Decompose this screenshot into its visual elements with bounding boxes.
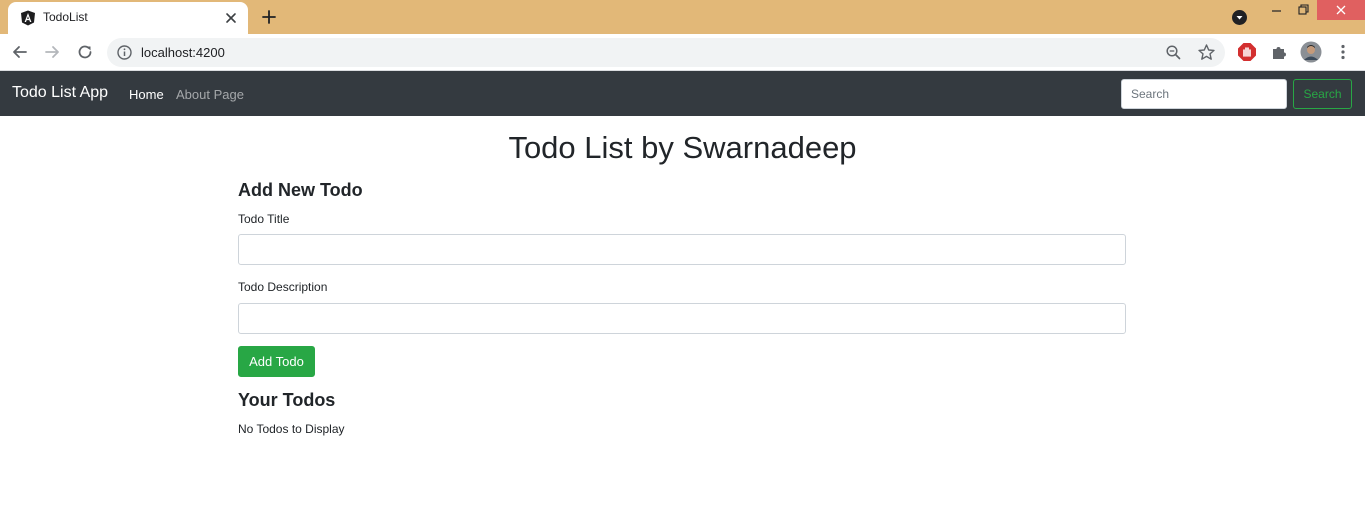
chevron-down-icon[interactable] <box>1231 9 1248 26</box>
star-icon[interactable] <box>1197 43 1216 62</box>
add-todo-button[interactable]: Add Todo <box>238 346 315 377</box>
arrow-right-icon[interactable] <box>41 41 63 63</box>
todo-description-input[interactable] <box>238 303 1126 334</box>
browser-tabstrip: TodoList <box>0 0 1365 34</box>
browser-tab[interactable]: TodoList <box>8 2 248 34</box>
add-todo-heading: Add New Todo <box>238 180 363 200</box>
reload-icon[interactable] <box>74 41 96 63</box>
search-input[interactable] <box>1121 79 1287 109</box>
zoom-icon[interactable] <box>1165 44 1182 61</box>
arrow-left-icon[interactable] <box>9 41 31 63</box>
page-title: Todo List by Swarnadeep <box>508 130 857 165</box>
todo-title-input[interactable] <box>238 234 1126 265</box>
nav-link-about[interactable]: About Page <box>176 87 244 102</box>
window-close-icon[interactable] <box>1317 0 1365 20</box>
tab-title: TodoList <box>43 10 88 24</box>
kebab-menu-icon[interactable] <box>1332 41 1354 63</box>
browser-toolbar: localhost:4200 <box>0 34 1365 71</box>
info-icon[interactable] <box>116 44 133 61</box>
close-icon[interactable] <box>223 10 239 26</box>
todo-title-label: Todo Title <box>238 212 290 226</box>
avatar[interactable] <box>1300 41 1322 63</box>
your-todos-heading: Your Todos <box>238 390 336 410</box>
search-button[interactable]: Search <box>1293 79 1352 109</box>
url-text: localhost:4200 <box>141 45 225 60</box>
empty-todos-message: No Todos to Display <box>238 422 345 436</box>
nav-link-home[interactable]: Home <box>129 87 164 102</box>
address-bar[interactable]: localhost:4200 <box>107 38 1225 67</box>
stop-hand-icon[interactable] <box>1236 41 1258 63</box>
app-navbar: Todo List App Home About Page Search <box>0 71 1365 116</box>
puzzle-icon[interactable] <box>1268 41 1290 63</box>
plus-icon[interactable] <box>258 6 280 28</box>
angular-icon <box>20 10 36 26</box>
navbar-brand[interactable]: Todo List App <box>12 84 108 102</box>
todo-description-label: Todo Description <box>238 280 328 294</box>
